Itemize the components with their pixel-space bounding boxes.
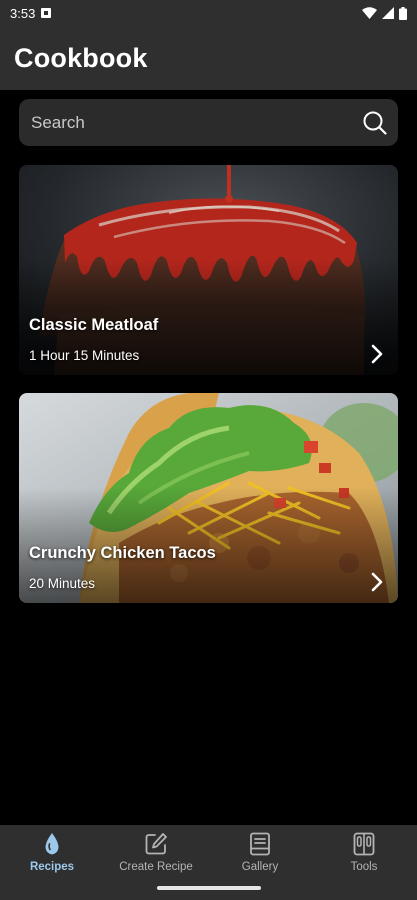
nav-label: Create Recipe bbox=[119, 861, 193, 873]
book-icon bbox=[250, 832, 270, 856]
nav-item-gallery[interactable]: Gallery bbox=[208, 825, 312, 885]
page-title: Cookbook bbox=[14, 42, 148, 73]
chevron-right-icon[interactable] bbox=[370, 343, 384, 365]
recipe-card-classic-meatloaf[interactable]: Classic Meatloaf 1 Hour 15 Minutes bbox=[19, 165, 398, 375]
recipe-image-meatloaf bbox=[19, 165, 398, 375]
home-indicator[interactable] bbox=[157, 886, 261, 890]
status-time: 3:53 bbox=[10, 5, 36, 21]
recipe-list[interactable]: Classic Meatloaf 1 Hour 15 Minutes bbox=[0, 90, 417, 825]
status-left: 3:53 bbox=[10, 5, 52, 21]
edit-icon bbox=[145, 833, 167, 855]
drop-icon bbox=[45, 833, 59, 855]
tools-icon bbox=[353, 832, 375, 856]
battery-icon bbox=[399, 6, 407, 20]
recipe-duration: 1 Hour 15 Minutes bbox=[29, 348, 140, 363]
notification-icon bbox=[41, 8, 52, 18]
recipe-title: Classic Meatloaf bbox=[29, 316, 159, 334]
chevron-right-icon[interactable] bbox=[370, 571, 384, 593]
app-header: Cookbook bbox=[0, 26, 417, 90]
search-icon[interactable] bbox=[362, 110, 388, 136]
nav-label: Recipes bbox=[29, 861, 75, 873]
recipe-duration: 20 Minutes bbox=[29, 576, 96, 591]
search-bar[interactable] bbox=[19, 99, 398, 146]
nav-item-tools[interactable]: Tools bbox=[312, 825, 416, 885]
search-input[interactable] bbox=[29, 111, 353, 134]
recipe-image-tacos bbox=[19, 393, 398, 603]
signal-icon bbox=[382, 7, 394, 19]
nav-item-recipes[interactable]: Recipes bbox=[0, 825, 104, 885]
wifi-icon bbox=[362, 7, 377, 19]
nav-label: Gallery bbox=[241, 861, 279, 873]
status-right bbox=[362, 6, 407, 20]
recipe-title: Crunchy Chicken Tacos bbox=[29, 544, 216, 562]
recipe-card-crunchy-chicken-tacos[interactable]: Crunchy Chicken Tacos 20 Minutes bbox=[19, 393, 398, 603]
nav-label: Tools bbox=[350, 861, 378, 873]
nav-item-create-recipe[interactable]: Create Recipe bbox=[104, 825, 208, 885]
status-bar: 3:53 bbox=[0, 0, 417, 26]
